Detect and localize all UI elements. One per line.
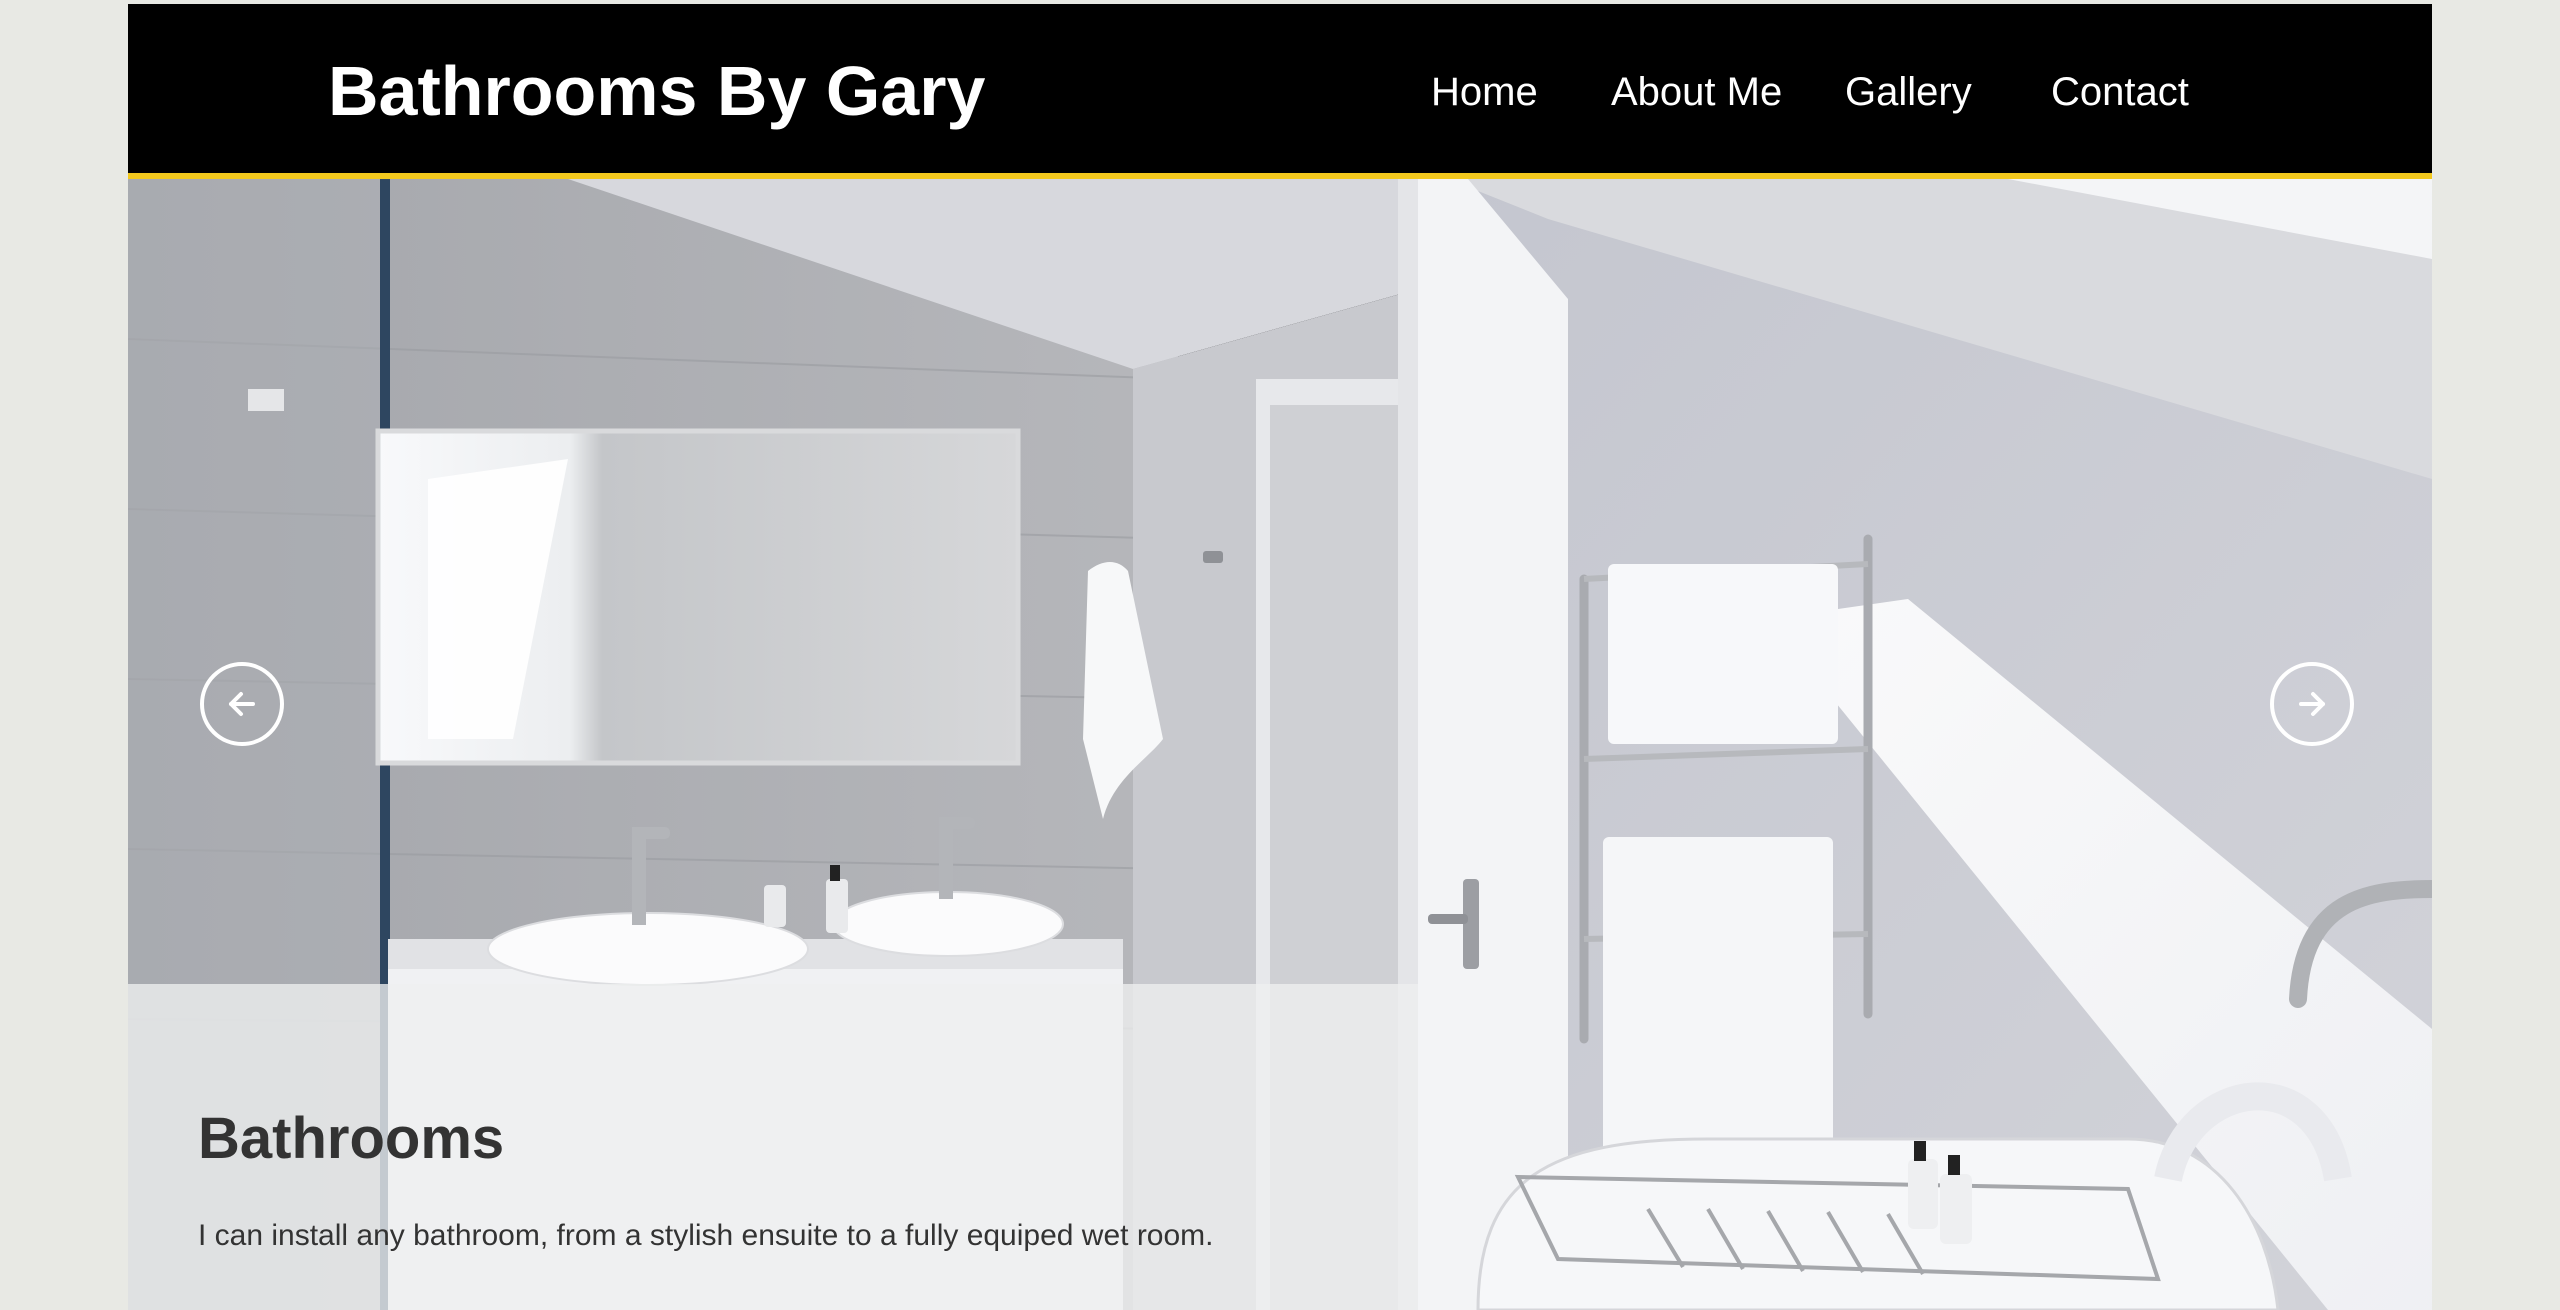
arrow-right-icon	[2299, 692, 2325, 716]
nav-link-about-me[interactable]: About Me	[1611, 62, 1782, 122]
main-nav: Home About Me Gallery Contact	[128, 62, 2432, 122]
page: Bathrooms By Gary Home About Me Gallery …	[128, 4, 2432, 1310]
arrow-left-icon	[229, 692, 255, 716]
caption-text: I can install any bathroom, from a styli…	[198, 1219, 1214, 1252]
nav-link-gallery[interactable]: Gallery	[1845, 62, 1972, 122]
site-header: Bathrooms By Gary Home About Me Gallery …	[128, 4, 2432, 179]
nav-link-contact[interactable]: Contact	[2051, 62, 2189, 122]
caption-title: Bathrooms	[198, 1106, 505, 1171]
hero-caption: Bathrooms I can install any bathroom, fr…	[128, 984, 1418, 1310]
carousel-prev-button[interactable]	[200, 662, 284, 746]
hero-carousel: Bathrooms I can install any bathroom, fr…	[128, 179, 2432, 1310]
carousel-next-button[interactable]	[2270, 662, 2354, 746]
nav-link-home[interactable]: Home	[1431, 62, 1538, 122]
